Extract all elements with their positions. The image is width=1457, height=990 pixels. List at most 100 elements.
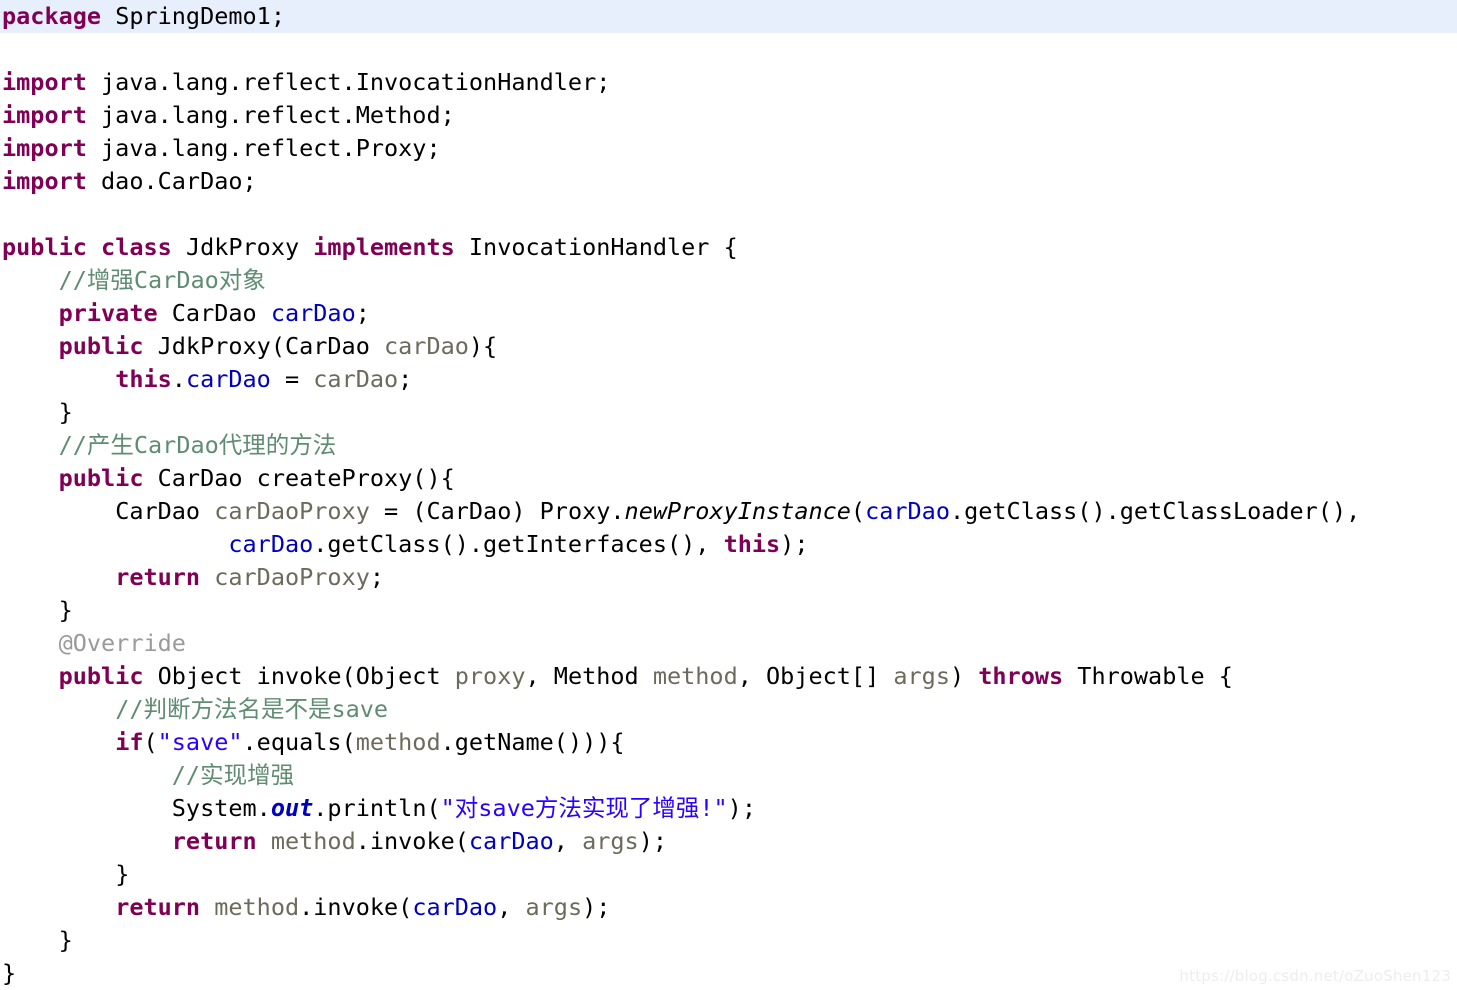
code-token-cmt: //增强CarDao对象	[58, 266, 266, 294]
code-line[interactable]	[0, 198, 1457, 231]
code-token-kw: public	[58, 332, 144, 360]
code-token-plain: .println(	[313, 794, 441, 822]
code-line[interactable]: import java.lang.reflect.Method;	[0, 99, 1457, 132]
code-line[interactable]: if("save".equals(method.getName())){	[0, 726, 1457, 759]
code-token-plain: }	[58, 596, 73, 624]
code-token-plain: InvocationHandler {	[454, 233, 738, 261]
code-token-plain: ;	[355, 299, 370, 327]
code-line[interactable]: }	[0, 924, 1457, 957]
watermark-text: https://blog.csdn.net/oZuoShen123	[1179, 967, 1451, 985]
code-line[interactable]	[0, 33, 1457, 66]
code-line[interactable]: import java.lang.reflect.InvocationHandl…	[0, 66, 1457, 99]
code-line[interactable]: //判断方法名是不是save	[0, 693, 1457, 726]
code-line[interactable]: public class JdkProxy implements Invocat…	[0, 231, 1457, 264]
code-line[interactable]: public Object invoke(Object proxy, Metho…	[0, 660, 1457, 693]
code-token-fld: carDao	[185, 365, 271, 393]
code-line[interactable]: System.out.println("对save方法实现了增强!");	[0, 792, 1457, 825]
code-line[interactable]: }	[0, 396, 1457, 429]
code-token-cmt: //实现增强	[171, 761, 295, 789]
code-token-plain: System.	[171, 794, 271, 822]
code-line[interactable]: //实现增强	[0, 759, 1457, 792]
code-token-plain: ,	[497, 893, 526, 921]
code-token-plain: .equals(	[242, 728, 356, 756]
code-line[interactable]: @Override	[0, 627, 1457, 660]
code-token-plain: Object invoke(Object	[143, 662, 455, 690]
code-token-plain: );	[780, 530, 809, 558]
code-token-plain: = (CarDao) Proxy.	[369, 497, 625, 525]
code-token-plain: ;	[369, 563, 385, 591]
code-line[interactable]: //产生CarDao代理的方法	[0, 429, 1457, 462]
code-viewer: package SpringDemo1; import java.lang.re…	[0, 0, 1457, 989]
code-token-plain: java.lang.reflect.InvocationHandler;	[86, 68, 611, 96]
code-token-plain: .	[171, 365, 186, 393]
code-token-kw: return	[171, 827, 257, 855]
code-line[interactable]: return carDaoProxy;	[0, 561, 1457, 594]
code-token-par: carDao	[384, 332, 469, 360]
code-token-fld: carDao	[468, 827, 554, 855]
code-token-plain: }	[115, 860, 130, 888]
code-token-fld: carDao	[270, 299, 356, 327]
code-line[interactable]: import dao.CarDao;	[0, 165, 1457, 198]
code-token-plain: ,	[553, 827, 583, 855]
code-line[interactable]: package SpringDemo1;	[0, 0, 1457, 33]
code-token-plain: JdkProxy(CarDao	[143, 332, 385, 360]
code-token-kw: throws	[978, 662, 1064, 690]
code-token-fld: carDao	[228, 530, 314, 558]
code-token-plain: )	[949, 662, 979, 690]
code-line[interactable]: return method.invoke(carDao, args);	[0, 825, 1457, 858]
code-token-plain: ;	[398, 365, 413, 393]
code-token-par: method	[270, 827, 356, 855]
code-line[interactable]: import java.lang.reflect.Proxy;	[0, 132, 1457, 165]
code-token-kw: import	[2, 101, 87, 129]
code-line[interactable]: return method.invoke(carDao, args);	[0, 891, 1457, 924]
code-token-kw: import	[2, 134, 87, 162]
code-token-par: carDao	[313, 365, 399, 393]
code-token-plain: CarDao createProxy(){	[143, 464, 455, 492]
code-token-plain: JdkProxy	[171, 233, 314, 261]
code-line[interactable]: CarDao carDaoProxy = (CarDao) Proxy.newP…	[0, 495, 1457, 528]
code-token-plain: .getClass().getInterfaces(),	[313, 530, 724, 558]
code-line[interactable]: private CarDao carDao;	[0, 297, 1457, 330]
code-lines-container[interactable]: package SpringDemo1; import java.lang.re…	[0, 0, 1457, 990]
code-token-cmt: //产生CarDao代理的方法	[58, 431, 337, 459]
code-token-kw: public	[58, 662, 144, 690]
code-token-kw: package	[2, 2, 102, 30]
code-token-stm: newProxyInstance	[624, 497, 851, 525]
code-line[interactable]: }	[0, 594, 1457, 627]
code-token-kw: private	[58, 299, 158, 327]
code-token-plain: ){	[468, 332, 498, 360]
code-token-kw: import	[2, 68, 87, 96]
code-line[interactable]: public CarDao createProxy(){	[0, 462, 1457, 495]
code-token-ann: @Override	[58, 629, 186, 657]
code-line[interactable]: carDao.getClass().getInterfaces(), this)…	[0, 528, 1457, 561]
code-token-kw: return	[115, 893, 201, 921]
code-token-plain: }	[2, 959, 17, 987]
code-token-par: args	[525, 893, 583, 921]
code-token-plain: .getName())){	[440, 728, 625, 756]
code-line[interactable]: //增强CarDao对象	[0, 264, 1457, 297]
code-line[interactable]: this.carDao = carDao;	[0, 363, 1457, 396]
code-line[interactable]: }	[0, 858, 1457, 891]
code-token-plain: (	[143, 728, 158, 756]
code-token-plain: SpringDemo1;	[101, 2, 285, 30]
code-line[interactable]: public JdkProxy(CarDao carDao){	[0, 330, 1457, 363]
